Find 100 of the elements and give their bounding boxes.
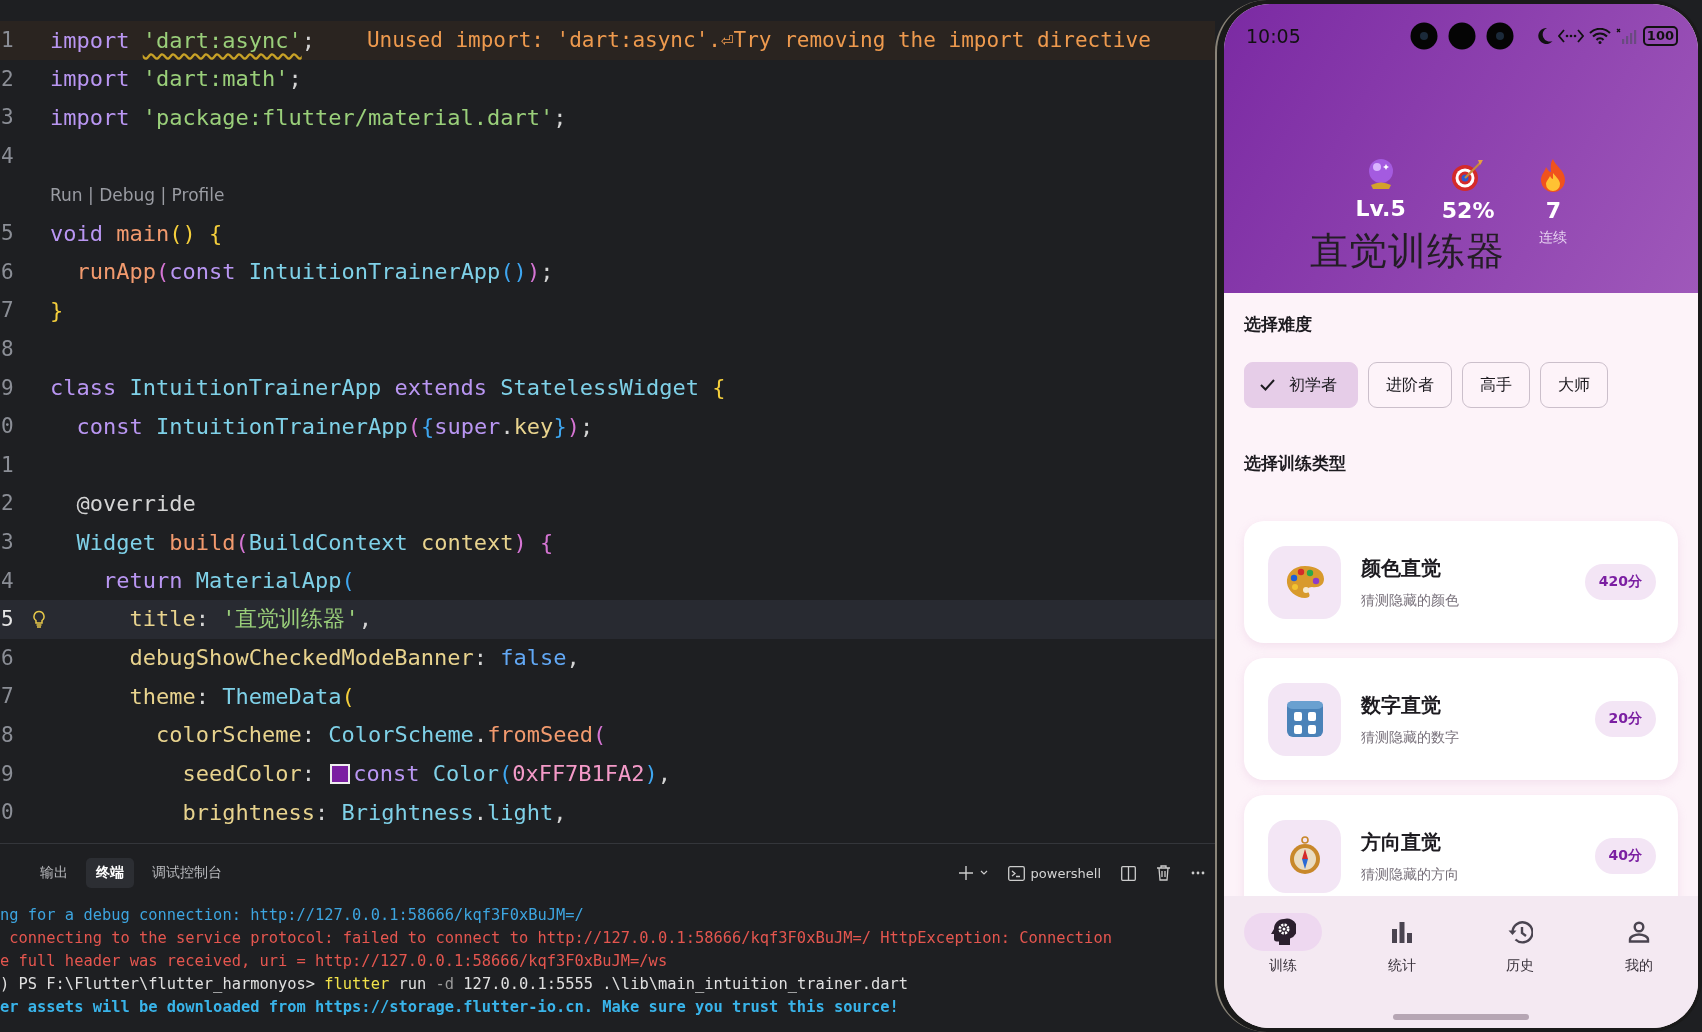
fire-icon (1539, 158, 1568, 192)
trash-icon[interactable] (1156, 865, 1171, 881)
score-badge: 420分 (1584, 564, 1656, 600)
panel-tab[interactable]: 输出 (30, 858, 78, 888)
data-transfer-icon (1557, 28, 1584, 44)
terminal-line: er assets will be downloaded from https://storage.flutter-io.cn. Make sure you trust this source! (0, 997, 899, 1018)
code-line: const Color(0xFF7B1FA2), (353, 761, 672, 787)
card-title: 数字直觉 (1361, 691, 1442, 719)
code-line: import 'dart:async'; (50, 27, 315, 53)
card-subtitle: 猜测隐藏的方向 (1361, 865, 1460, 884)
status-time: 10:05 (1246, 25, 1302, 47)
code-line: debugShowCheckedModeBanner: false, (128, 645, 580, 671)
camera-lens-icon (1410, 22, 1438, 50)
line-number: 0 (0, 800, 14, 825)
panel-tab[interactable]: 调试控制台 (142, 858, 232, 888)
line-number: 0 (0, 414, 14, 439)
compass-icon (1287, 836, 1322, 876)
training-card[interactable]: 数字直觉 猜测隐藏的数字 20分 (1244, 658, 1678, 780)
stat-value: 7 (1545, 198, 1562, 223)
code-line: @override (75, 490, 196, 516)
score-badge: 20分 (1594, 701, 1656, 737)
camera-lens-icon (1448, 22, 1476, 50)
card-subtitle: 猜测隐藏的颜色 (1361, 591, 1460, 610)
line-number: 5 (0, 221, 14, 246)
target-icon (1451, 158, 1486, 192)
app-title: 直觉训练器 (1310, 228, 1505, 275)
code-lens[interactable]: Run | Debug | Profile (50, 184, 225, 205)
section-heading: 选择难度 (1244, 313, 1313, 336)
line-number: 4 (0, 568, 14, 593)
bar-chart-icon (1390, 921, 1413, 943)
signal-icon (1615, 28, 1638, 44)
line-number: 7 (0, 298, 14, 323)
line-number: 9 (0, 375, 14, 400)
code-line: return MaterialApp( (101, 568, 355, 594)
line-number: 8 (0, 337, 14, 362)
code-line: title: '直觉训练器', (128, 605, 372, 634)
history-icon (1507, 920, 1534, 944)
terminal-icon (1007, 865, 1025, 881)
nav-item[interactable]: 历史 (1470, 912, 1571, 976)
split-icon[interactable] (1121, 865, 1136, 881)
caret-icon[interactable] (979, 870, 988, 876)
code-line: colorScheme: ColorScheme.fromSeed( (154, 722, 607, 748)
difficulty-chip[interactable]: 大师 (1540, 362, 1608, 408)
palette-icon (1284, 564, 1325, 600)
number-tile-icon (1285, 700, 1324, 738)
code-line: seedColor: (181, 761, 316, 787)
color-swatch[interactable] (330, 763, 351, 784)
difficulty-chip[interactable]: 高手 (1462, 362, 1530, 408)
card-title: 颜色直觉 (1361, 554, 1442, 582)
lightbulb-icon[interactable] (32, 610, 46, 629)
line-number: 6 (0, 259, 14, 284)
terminal-line: ) PS F:\Flutter\flutter_harmonyos> flutter run -d 127.0.0.1:5555 .\lib\main_intuition_trainer.dart (0, 974, 909, 995)
training-card[interactable]: 方向直觉 猜测隐藏的方向 40分 (1244, 795, 1678, 896)
terminal-line: e full header was received, uri = http://127.0.0.1:58666/kqf3F0xBuJM=/ws (0, 951, 668, 972)
nav-item[interactable]: 统计 (1351, 912, 1452, 976)
line-number: 6 (0, 645, 14, 670)
line-number: 3 (0, 105, 14, 130)
score-badge: 40分 (1594, 838, 1656, 874)
code-line: void main() { (50, 220, 223, 246)
stat-value: Lv.5 (1355, 196, 1406, 221)
line-number: 2 (0, 491, 14, 516)
line-number: 2 (0, 66, 14, 91)
code-line: const IntuitionTrainerApp({super.key}); (75, 413, 594, 439)
line-number: 7 (0, 684, 14, 709)
head-gear-icon (1270, 918, 1297, 946)
line-number: 4 (0, 144, 14, 169)
person-icon (1627, 921, 1650, 943)
terminal-line: ng for a debug connection: http://127.0.0.1:58666/kqf3F0xBuJM=/ (0, 905, 584, 926)
stat-value: 52% (1441, 198, 1495, 223)
difficulty-chip[interactable]: 进阶者 (1368, 362, 1452, 408)
line-number: 8 (0, 723, 14, 747)
line-number: 3 (0, 530, 14, 554)
plus-icon[interactable] (957, 865, 974, 881)
code-line: runApp(const IntuitionTrainerApp()); (75, 259, 554, 285)
card-subtitle: 猜测隐藏的数字 (1361, 728, 1460, 747)
code-line: } (50, 297, 64, 323)
panel-tab[interactable]: 终端 (86, 858, 134, 888)
training-card[interactable]: 颜色直觉 猜测隐藏的颜色 420分 (1244, 521, 1678, 643)
code-line: class IntuitionTrainerApp extends StatelessWidget { (50, 375, 726, 401)
line-number: 1 (0, 28, 14, 53)
camera-lens-icon (1486, 22, 1514, 50)
moon-icon (1536, 27, 1553, 45)
shell-name[interactable]: powershell (1030, 865, 1101, 881)
nav-item[interactable]: 训练 (1233, 912, 1334, 976)
code-line: theme: ThemeData( (128, 683, 355, 709)
code-line: brightness: Brightness.light, (181, 799, 567, 825)
line-number: 1 (0, 452, 14, 477)
line-number: 5 (0, 607, 14, 632)
battery-level: 100 (1642, 26, 1678, 46)
wifi-icon (1588, 28, 1611, 44)
difficulty-chip[interactable]: 初学者 (1244, 362, 1358, 408)
nav-item[interactable]: 我的 (1588, 912, 1689, 976)
section-heading: 选择训练类型 (1244, 452, 1347, 475)
line-number: 9 (0, 761, 14, 786)
diagnostic-message: Unused import: 'dart:async'.⏎Try removing the import directive (366, 28, 1151, 53)
stat-label: 连续 (1539, 229, 1568, 247)
card-title: 方向直觉 (1361, 828, 1442, 856)
code-line: import 'dart:math'; (50, 66, 302, 92)
more-icon[interactable] (1191, 871, 1205, 875)
terminal-line: connecting to the service protocol: failed to connect to http://127.0.0.1:58666/kqf3F0xBuJM=/ HttpException: Connection (8, 928, 1112, 949)
